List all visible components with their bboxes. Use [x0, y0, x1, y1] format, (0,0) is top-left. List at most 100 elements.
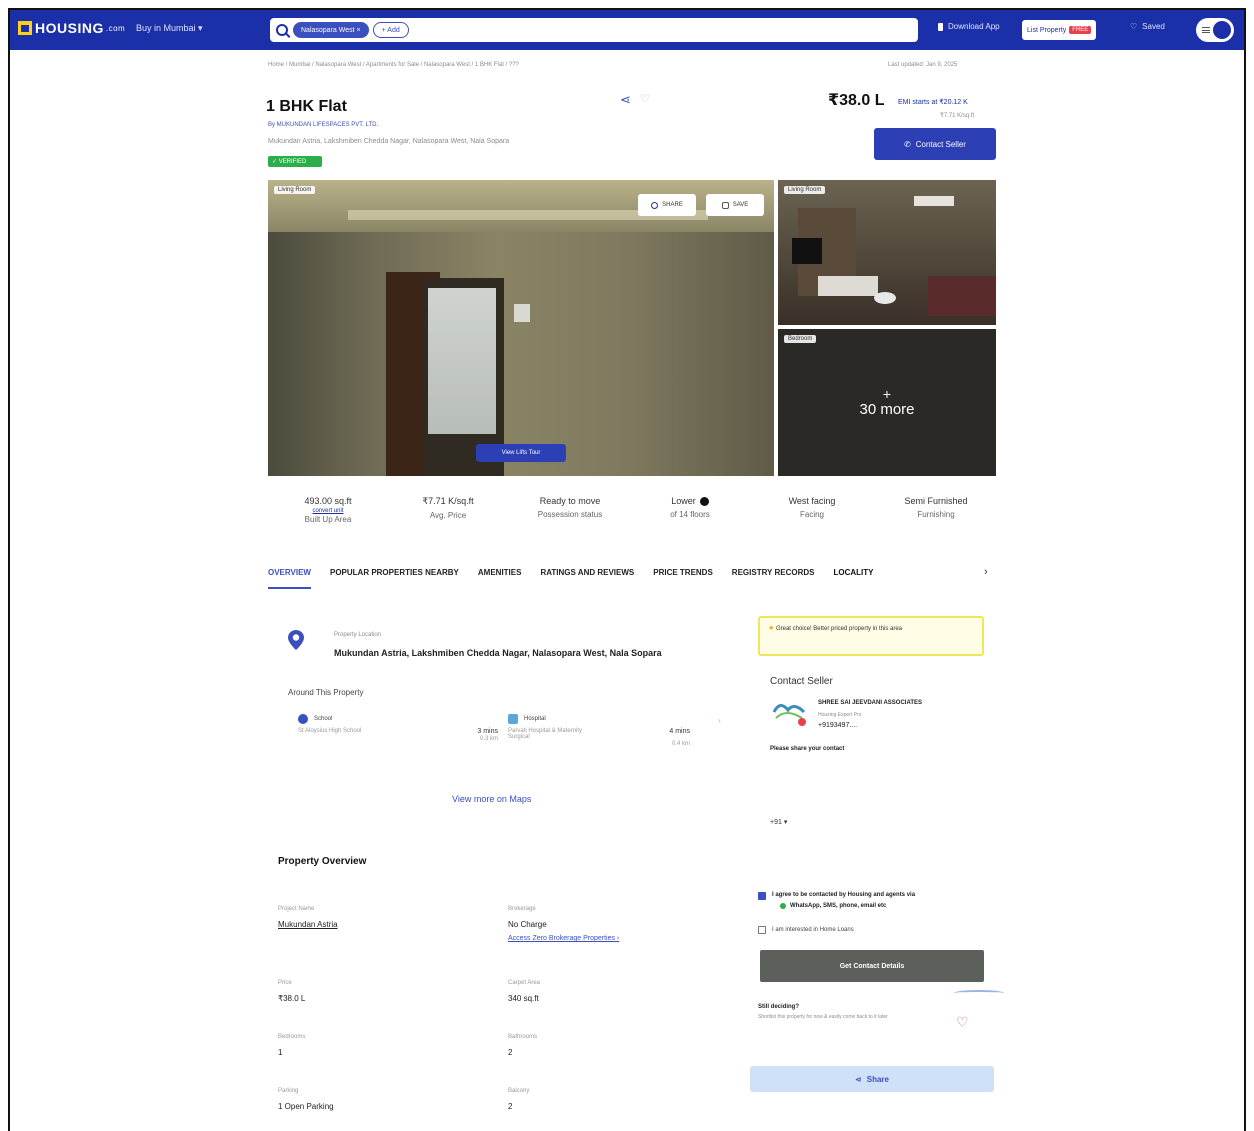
project-name-link[interactable]: Mukundan Astria: [278, 920, 338, 929]
poi-category: Hospital: [524, 716, 546, 722]
overview-item-balcony: Balcony 2: [508, 1088, 529, 1111]
fact-avg-price: ₹7.71 K/sq.ft Avg. Price: [388, 496, 508, 520]
list-property-button[interactable]: List Property FREE: [1022, 20, 1097, 40]
housing-logo[interactable]: HOUSING .com: [18, 20, 125, 36]
agree-consent-row[interactable]: I agree to be contacted by Housing and a…: [758, 892, 994, 909]
overview-value: 1: [278, 1048, 283, 1057]
search-icon: [276, 24, 288, 36]
more-photos-overlay[interactable]: + 30 more: [778, 329, 996, 476]
plus-icon: +: [882, 386, 892, 402]
get-contact-details-button[interactable]: Get Contact Details: [760, 950, 984, 982]
share-icon: ⋖: [855, 1074, 862, 1084]
page-frame: HOUSING .com Buy in Mumbai ▾ Nalasopara …: [8, 8, 1246, 1131]
convert-unit-link[interactable]: convert unit: [268, 508, 388, 514]
share-button[interactable]: ⋖ Share: [750, 1066, 994, 1092]
saved-link[interactable]: ♡ Saved: [1130, 22, 1165, 31]
free-badge: FREE: [1069, 26, 1092, 34]
last-updated-text: Last updated: Jan 9, 2025: [888, 62, 958, 68]
agree-text: I agree to be contacted by Housing and a…: [772, 892, 916, 898]
share-icon[interactable]: ⋖: [620, 92, 631, 108]
side-photo-bedroom[interactable]: Bedroom + 30 more: [778, 329, 996, 476]
logo-suffix: .com: [105, 23, 126, 33]
price-insight-text: Great choice! Better priced property in …: [775, 626, 903, 632]
agent-phone[interactable]: +9193497....: [818, 722, 857, 729]
account-menu[interactable]: [1196, 18, 1234, 42]
saved-label: Saved: [1142, 22, 1165, 31]
photo-save-label: SAVE: [732, 202, 749, 208]
home-loan-checkbox[interactable]: [758, 926, 766, 934]
phone-icon: ✆: [904, 139, 911, 149]
developer-link[interactable]: By MUKUNDAN LIFESPACES PVT. LTD.: [268, 122, 378, 128]
star-icon: ★: [768, 625, 775, 632]
whatsapp-icon: [780, 903, 786, 909]
photo-door-light: [428, 288, 496, 434]
tab-registry-records[interactable]: REGISTRY RECORDS: [732, 568, 815, 587]
emi-link[interactable]: EMI starts at ₹20.12 K: [898, 98, 968, 106]
overview-value: 1 Open Parking: [278, 1102, 334, 1111]
around-property-title: Around This Property: [288, 688, 364, 697]
search-add-chip[interactable]: + Add: [372, 22, 409, 38]
contact-seller-button[interactable]: ✆ Contact Seller: [874, 128, 996, 160]
photo-tv-unit: [818, 276, 878, 296]
agent-role: Housing Expert Pro: [818, 712, 862, 718]
city-selector[interactable]: Buy in Mumbai ▾: [136, 23, 203, 34]
tab-amenities[interactable]: AMENITIES: [478, 568, 522, 587]
fact-possession-status: Ready to move Possession status: [510, 496, 630, 519]
fact-label: of 14 floors: [670, 510, 710, 520]
tab-popular-properties[interactable]: POPULAR PROPERTIES NEARBY: [330, 568, 459, 587]
decorative-curve: [954, 990, 1004, 996]
phone-icon: [938, 22, 943, 31]
main-photo[interactable]: Living Room SHARE SAVE View Lifts Tour: [268, 180, 774, 476]
agent-logo-icon: [772, 704, 806, 726]
price-insight-banner: ★ Great choice! Better priced property i…: [758, 616, 984, 656]
fact-label: Facing: [799, 510, 824, 519]
poi-distance: 0.3 km: [479, 736, 498, 742]
tab-ratings-reviews[interactable]: RATINGS AND REVIEWS: [540, 568, 634, 587]
poi-scroll-arrow-icon[interactable]: ›: [718, 716, 721, 725]
overview-label: Bathrooms: [508, 1034, 538, 1040]
photo-air-conditioner: [914, 196, 954, 206]
contact-seller-label: Contact Seller: [915, 139, 966, 149]
search-location-chip[interactable]: Nalasopara West ×: [293, 22, 369, 38]
property-location-address: Mukundan Astria, Lakshmiben Chedda Nagar…: [334, 648, 662, 658]
download-app-link[interactable]: Download App: [938, 22, 1000, 31]
fact-built-up-area: 493.00 sq.ft convert unit Built Up Area: [268, 496, 388, 524]
overview-label: Brokerage: [508, 906, 536, 912]
overview-item-brokerage: Brokerage No Charge Access Zero Brokerag…: [508, 906, 619, 942]
heart-outline-icon: ♡: [1130, 22, 1138, 31]
zero-brokerage-link[interactable]: Access Zero Brokerage Properties ›: [508, 935, 619, 942]
tab-locality[interactable]: LOCALITY: [833, 568, 873, 587]
photo-save-button[interactable]: SAVE: [706, 194, 764, 216]
photo-television: [792, 238, 822, 264]
agree-checkbox[interactable]: [758, 892, 766, 900]
property-overview-title: Property Overview: [278, 856, 367, 867]
tab-overview[interactable]: OVERVIEW: [268, 568, 311, 589]
info-icon[interactable]: [699, 497, 709, 507]
overview-item-bathrooms: Bathrooms 2: [508, 1034, 537, 1057]
overview-label: Project Name: [278, 906, 315, 912]
fact-label: Possession status: [537, 510, 603, 519]
overview-label: Parking: [278, 1088, 299, 1094]
view-on-maps-link[interactable]: View more on Maps: [452, 794, 531, 804]
overview-item-parking: Parking 1 Open Parking: [278, 1088, 334, 1111]
shortlist-heart-icon[interactable]: ♡: [956, 1014, 969, 1031]
tabs-next-arrow-icon[interactable]: ›: [984, 566, 988, 578]
lift-tour-button[interactable]: View Lifts Tour: [476, 444, 566, 462]
fact-value: Lower: [671, 496, 696, 506]
side-photo-living-room[interactable]: Living Room: [778, 180, 996, 325]
share-button-label: Share: [866, 1074, 889, 1084]
country-code-select[interactable]: +91 ▾: [770, 818, 787, 826]
tab-price-trends[interactable]: PRICE TRENDS: [653, 568, 713, 587]
save-icon: [721, 201, 729, 209]
breadcrumb[interactable]: Home / Mumbai / Nalasopara West / Apartm…: [268, 62, 519, 68]
location-pin-icon: [288, 630, 304, 650]
search-location-chip-label: Nalasopara West: [301, 26, 355, 34]
photo-share-button[interactable]: SHARE: [638, 194, 696, 216]
search-bar[interactable]: Nalasopara West × + Add: [270, 18, 918, 42]
list-property-label: List Property: [1027, 26, 1067, 34]
heart-outline-icon[interactable]: ♡: [640, 92, 650, 105]
home-loan-row[interactable]: I am interested in Home Loans: [758, 926, 854, 934]
listing-title: 1 BHK Flat: [266, 98, 347, 115]
still-deciding-title: Still deciding?: [758, 1004, 800, 1010]
fact-label: Avg. Price: [429, 511, 467, 520]
